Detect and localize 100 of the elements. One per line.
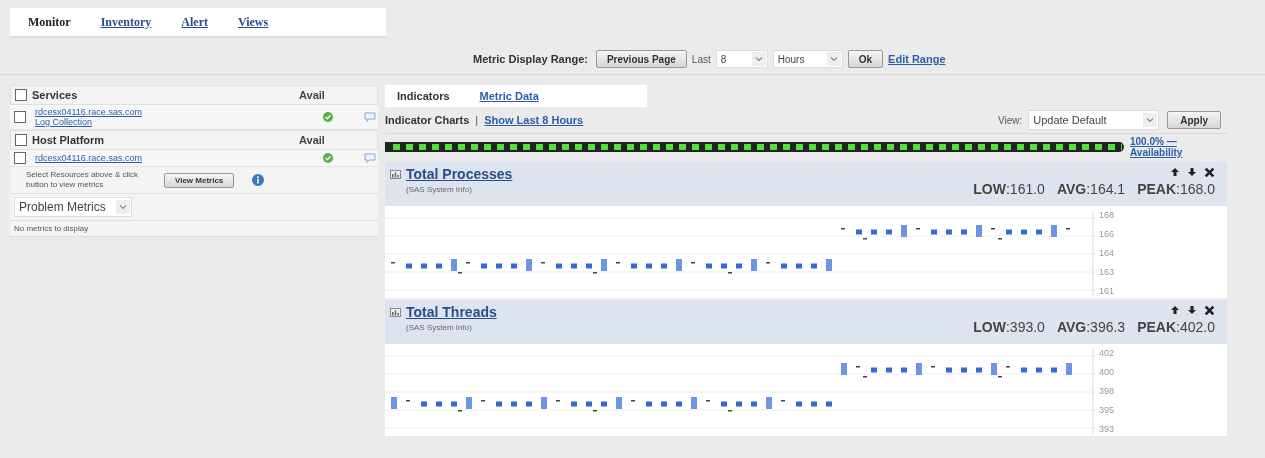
data-point (526, 401, 532, 407)
axis-tick-label: 164 (1099, 248, 1115, 258)
previous-page-button[interactable]: Previous Page (595, 50, 687, 68)
data-point (451, 401, 457, 407)
apply-button[interactable]: Apply (1167, 111, 1221, 129)
tick-mark (766, 262, 770, 264)
data-point (1021, 229, 1027, 235)
data-point (1036, 229, 1042, 235)
indicator-charts-title: Indicator Charts (385, 114, 470, 126)
data-point (706, 263, 712, 269)
tick-mark (781, 400, 785, 402)
tick-mark (931, 366, 935, 368)
data-point (676, 401, 682, 407)
view-select[interactable]: Update Default (1028, 110, 1160, 130)
data-point (751, 401, 757, 407)
ok-button[interactable]: Ok (847, 50, 884, 68)
data-point (661, 263, 667, 269)
empty-message: No metrics to display (14, 224, 89, 233)
checkbox[interactable] (14, 152, 26, 164)
data-point (901, 367, 907, 373)
axis-tick-label: 163 (1099, 267, 1115, 277)
range-label: Metric Display Range: (473, 53, 588, 65)
data-point (406, 263, 412, 269)
move-up-icon[interactable] (1170, 305, 1180, 315)
tick-mark (728, 272, 732, 274)
range-bar (916, 363, 922, 375)
data-point (721, 263, 727, 269)
range-bar (1051, 225, 1057, 237)
close-icon[interactable] (1204, 167, 1215, 178)
separator-text: | (475, 114, 479, 126)
data-point (421, 263, 427, 269)
data-point (496, 401, 502, 407)
move-down-icon[interactable] (1187, 167, 1197, 177)
data-point (826, 401, 832, 407)
checkbox[interactable] (14, 111, 26, 123)
detail-tab[interactable]: Indicators (397, 90, 450, 102)
caret-icon (116, 200, 130, 214)
data-point (481, 263, 487, 269)
range-bar (901, 225, 907, 237)
chart-source: (SAS System Info) (405, 185, 473, 194)
data-point (496, 263, 502, 269)
tick-mark (556, 400, 560, 402)
tick-mark (541, 262, 545, 264)
nav-tab[interactable]: Inventory (100, 14, 152, 30)
axis-tick-label: 393 (1099, 424, 1115, 434)
tick-mark (691, 262, 695, 264)
last-label: Last (691, 53, 711, 65)
show-last-link[interactable]: Show Last 8 Hours (484, 114, 584, 126)
range-bar (526, 259, 532, 271)
checkbox[interactable] (15, 89, 27, 101)
data-point (436, 401, 442, 407)
unit-select[interactable]: Hours (772, 50, 843, 68)
data-point (436, 263, 442, 269)
data-point (571, 401, 577, 407)
tick-mark (991, 228, 995, 230)
axis-tick-label: 168 (1099, 210, 1115, 220)
data-point (571, 263, 577, 269)
data-point (1051, 367, 1057, 373)
data-point (736, 401, 742, 407)
data-point (976, 367, 982, 373)
info-icon (252, 174, 265, 186)
data-point (1036, 367, 1042, 373)
data-point (646, 263, 652, 269)
data-point (556, 263, 562, 269)
axis-tick-label: 400 (1099, 367, 1115, 377)
range-bar (676, 259, 682, 271)
tick-mark (1006, 366, 1010, 368)
view-metrics-button[interactable]: View Metrics (164, 172, 235, 188)
nav-tab[interactable]: Views (238, 14, 269, 30)
nav-tab[interactable]: Alert (181, 14, 208, 30)
move-up-icon[interactable] (1170, 167, 1180, 177)
tick-mark (998, 376, 1002, 378)
stat-text: AVG:164.1 (1056, 181, 1126, 197)
data-point (586, 401, 592, 407)
tick-mark (863, 376, 867, 378)
availability-link[interactable]: 100.0% — Availability (1130, 136, 1183, 158)
axis-tick-label: 398 (1099, 386, 1115, 396)
problem-metrics-select[interactable]: Problem Metrics (14, 197, 132, 217)
close-icon[interactable] (1204, 305, 1215, 316)
checkbox[interactable] (15, 134, 27, 146)
tick-mark (616, 262, 620, 264)
data-point (886, 229, 892, 235)
caret-icon (1143, 113, 1158, 127)
group-title: Host Platform (32, 134, 106, 146)
last-select[interactable]: 8 (715, 50, 768, 68)
detail-tab[interactable]: Metric Data (479, 90, 539, 102)
data-point (811, 263, 817, 269)
nav-tab[interactable]: Monitor (28, 14, 71, 30)
edit-range-link[interactable]: Edit Range (888, 53, 946, 65)
tick-mark (593, 410, 597, 412)
range-bar (691, 397, 697, 409)
chart-title-link[interactable]: Total Threads (406, 304, 497, 320)
data-point (871, 367, 877, 373)
chart-title-link[interactable]: Total Processes (406, 166, 513, 182)
tick-mark (391, 262, 395, 264)
axis-tick-label: 402 (1099, 348, 1115, 358)
move-down-icon[interactable] (1187, 305, 1197, 315)
tick-mark (458, 410, 462, 412)
axis-tick-label: 166 (1099, 229, 1115, 239)
data-point (421, 401, 427, 407)
